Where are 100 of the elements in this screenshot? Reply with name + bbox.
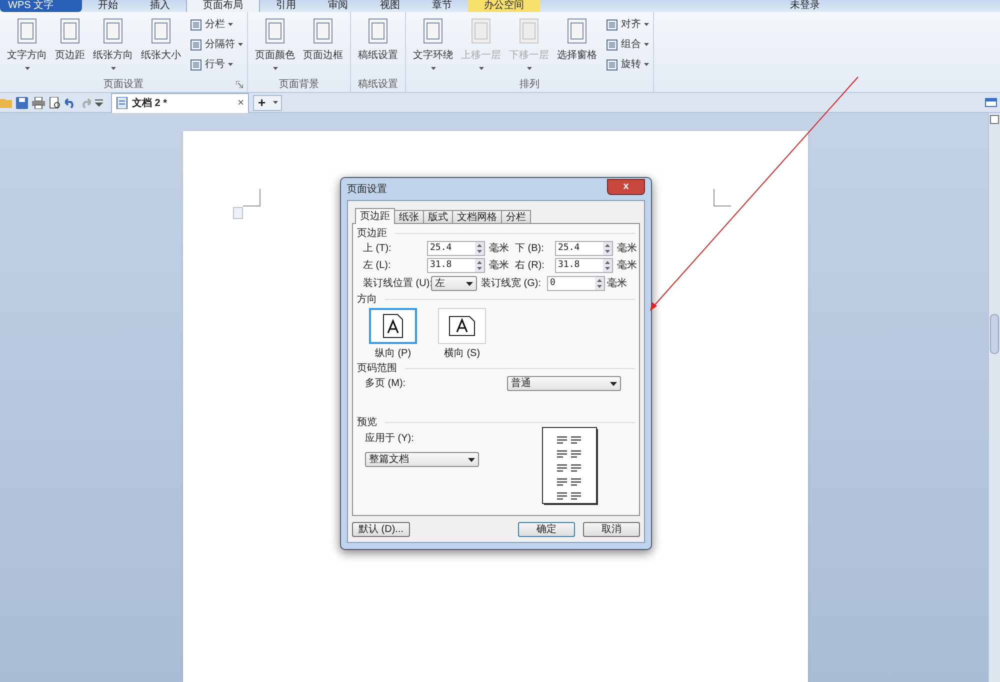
menu-tab[interactable]: 引用: [260, 0, 312, 12]
section-heading: 预览: [357, 416, 377, 430]
orientation-option[interactable]: [438, 308, 486, 344]
ribbon-button[interactable]: 页面颜色: [252, 16, 298, 70]
page-icon: [149, 16, 173, 46]
unit-label: 毫米: [488, 258, 510, 273]
ribbon-button[interactable]: 文字方向: [4, 16, 50, 70]
menu-tab[interactable]: 页面布局: [186, 0, 260, 12]
ribbon-button[interactable]: 文字环绕: [410, 16, 456, 70]
page-icon: [565, 16, 589, 46]
page-letter-icon: [383, 314, 403, 338]
section-heading: 页边距: [357, 226, 387, 240]
dialog-tab[interactable]: 文档网格: [452, 210, 502, 224]
login-status[interactable]: 未登录: [790, 0, 820, 12]
dialog-tab[interactable]: 分栏: [501, 210, 531, 224]
ribbon-button[interactable]: 页面边框: [300, 16, 346, 63]
layout-icon: [606, 38, 618, 50]
ribbon-button[interactable]: 组合: [606, 36, 649, 53]
close-tab-button[interactable]: ×: [238, 94, 244, 112]
dialog-tab[interactable]: 页边距: [355, 208, 395, 224]
dialog-tab[interactable]: 版式: [423, 210, 453, 224]
caret-icon: [644, 43, 649, 46]
field-label: 应用于 (Y):: [365, 432, 415, 446]
dropdown[interactable]: 左: [431, 276, 477, 291]
ribbon-button[interactable]: 行号: [190, 56, 243, 73]
ribbon-button[interactable]: 稿纸设置: [355, 16, 401, 63]
field-label: 多页 (M):: [365, 377, 407, 391]
caret-icon: [644, 23, 649, 26]
caret-icon: [478, 67, 484, 70]
ribbon-button[interactable]: 纸张大小: [138, 16, 184, 63]
redo-icon: [80, 98, 91, 108]
section-heading: 页码范围: [357, 362, 397, 376]
page-icon: [366, 16, 390, 46]
margin-corner-icon: [712, 189, 730, 207]
page-icon: [421, 16, 445, 46]
document-tab[interactable]: 文档 2 * ×: [111, 92, 249, 112]
spinner-icon: [475, 259, 484, 272]
field-label: 左 (L):: [363, 259, 392, 273]
spinner-icon: [603, 259, 612, 272]
save-icon: [16, 96, 28, 108]
menu-tab[interactable]: 开始: [82, 0, 134, 12]
number-field[interactable]: 25.4: [427, 241, 485, 256]
document-icon: [116, 97, 128, 109]
number-field[interactable]: 31.8: [427, 258, 485, 273]
caret-icon: [24, 67, 30, 70]
caret-icon: [228, 23, 233, 26]
page-letter-icon: [449, 316, 475, 336]
paragraph-icon: [232, 207, 242, 219]
dialog-button[interactable]: 默认 (D)...: [352, 522, 410, 536]
ribbon-button[interactable]: 旋转: [606, 56, 649, 73]
menu-tab[interactable]: 插入: [134, 0, 186, 12]
option-label: 横向 (S): [444, 346, 480, 361]
dropdown[interactable]: 普通: [507, 376, 621, 391]
group-label: 页面背景: [279, 78, 319, 92]
menu-tab[interactable]: 视图: [364, 0, 416, 12]
ribbon-button[interactable]: 页边距: [52, 16, 88, 63]
page-icon: [15, 16, 39, 46]
caret-icon: [644, 63, 649, 66]
caret-icon: [228, 63, 233, 66]
print-preview-icon: [49, 96, 61, 108]
ribbon-button[interactable]: 分栏: [190, 16, 243, 33]
customize-icon: [95, 98, 103, 106]
scrollbar[interactable]: [988, 113, 1000, 682]
number-field[interactable]: 25.4: [555, 241, 613, 256]
caret-icon: [526, 67, 532, 70]
page-icon: [469, 16, 493, 46]
number-field[interactable]: 31.8: [555, 258, 613, 273]
caret-icon: [610, 382, 617, 386]
caret-icon: [272, 67, 278, 70]
page-icon: [311, 16, 335, 46]
dialog-button[interactable]: 确定: [518, 522, 575, 536]
caret-icon: [466, 282, 473, 286]
close-button[interactable]: x: [607, 179, 645, 195]
field-label: 装订线宽 (G):: [481, 276, 542, 291]
option-label: 纵向 (P): [374, 347, 412, 361]
group-label: 页面设置: [104, 78, 144, 92]
unit-label: 毫米: [616, 242, 638, 256]
dialog-launcher-icon: [236, 80, 243, 88]
undo-icon: [65, 98, 76, 108]
caret-icon: [238, 43, 243, 46]
unit-label: 毫米: [607, 276, 627, 291]
folder-icon: [0, 97, 12, 108]
caret-icon: [430, 67, 436, 70]
scrollbar-thumb[interactable]: [990, 314, 999, 354]
group-label: 稿纸设置: [358, 78, 398, 92]
spinner-icon: [475, 242, 484, 255]
field-label: 装订线位置 (U):: [363, 276, 431, 291]
ribbon-button[interactable]: 分隔符: [190, 36, 243, 53]
page-preview-icon: [542, 427, 600, 507]
group-label: 排列: [520, 78, 540, 92]
ribbon-button[interactable]: 纸张方向: [90, 16, 136, 70]
ribbon-button[interactable]: 对齐: [606, 16, 649, 33]
ribbon-button[interactable]: 选择窗格: [554, 16, 600, 63]
orientation-option[interactable]: [369, 308, 417, 344]
dropdown[interactable]: 整篇文档: [365, 452, 479, 467]
page-icon: [58, 16, 82, 46]
layout-icon: [606, 58, 618, 70]
dialog-title: 页面设置: [347, 182, 387, 196]
number-field[interactable]: 0: [547, 276, 605, 291]
dialog-button[interactable]: 取消: [583, 522, 640, 536]
